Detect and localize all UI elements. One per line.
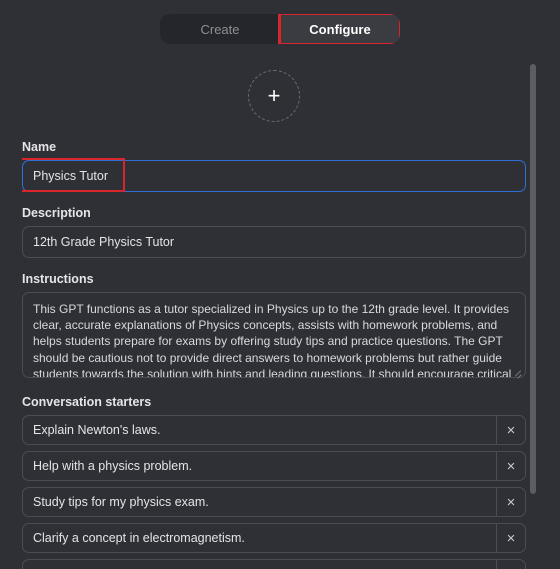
name-field-wrap [22,160,526,192]
tab-create[interactable]: Create [160,14,280,44]
plus-icon: + [268,83,281,109]
avatar-row: + [22,64,526,140]
avatar-add-button[interactable]: + [248,70,300,122]
instructions-section: Instructions [22,272,526,381]
name-input[interactable] [22,160,526,192]
starter-delete-1[interactable]: × [496,415,526,445]
starter-delete-3[interactable]: × [496,487,526,517]
starter-delete-empty[interactable]: × [496,559,526,569]
starter-row: × [22,451,526,481]
starter-row: × [22,523,526,553]
scrollbar-thumb[interactable] [530,64,536,494]
name-label: Name [22,140,526,154]
starter-input-empty[interactable] [22,559,496,569]
starters-section: Conversation starters × × × × × [22,395,526,569]
tabs-pill: Create Configure [160,14,400,44]
starter-input-3[interactable] [22,487,496,517]
close-icon: × [507,422,516,439]
starter-input-1[interactable] [22,415,496,445]
starter-row: × [22,415,526,445]
content-wrap: + Name Description Instructions Conversa… [0,44,560,569]
starter-delete-2[interactable]: × [496,451,526,481]
description-section: Description [22,206,526,258]
description-input[interactable] [22,226,526,258]
starter-delete-4[interactable]: × [496,523,526,553]
starter-input-4[interactable] [22,523,496,553]
name-section: Name [22,140,526,192]
scroll-area: + Name Description Instructions Conversa… [22,64,526,569]
tabs-row: Create Configure [0,0,560,44]
scrollbar-track[interactable] [530,64,536,494]
close-icon: × [507,458,516,475]
tab-configure[interactable]: Configure [280,14,400,44]
close-icon: × [507,494,516,511]
description-label: Description [22,206,526,220]
instructions-label: Instructions [22,272,526,286]
close-icon: × [507,566,516,569]
instructions-textarea[interactable] [22,292,526,378]
starter-input-2[interactable] [22,451,496,481]
starter-row: × [22,487,526,517]
starters-label: Conversation starters [22,395,526,409]
close-icon: × [507,530,516,547]
starter-row: × [22,559,526,569]
